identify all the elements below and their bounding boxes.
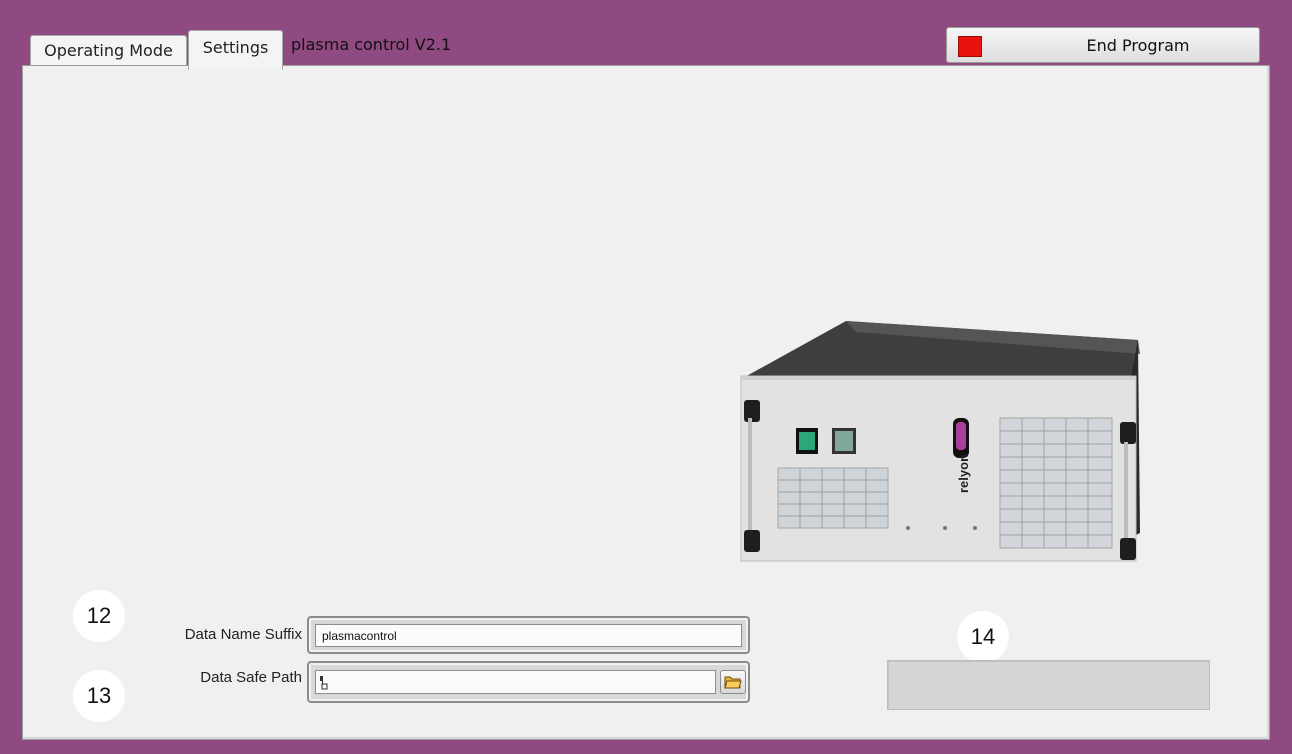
end-program-button[interactable]: End Program — [946, 27, 1260, 63]
path-icon — [320, 676, 328, 690]
data-safe-path-input[interactable] — [315, 670, 716, 694]
data-name-suffix-input[interactable] — [315, 624, 742, 647]
data-name-suffix-frame — [307, 616, 750, 654]
data-safe-path-label: Data Safe Path — [200, 669, 302, 686]
app-title: plasma control V2.1 — [291, 35, 452, 54]
callout-14: 14 — [957, 611, 1009, 663]
status-display — [887, 660, 1210, 710]
data-name-suffix-label: Data Name Suffix — [184, 626, 302, 643]
tab-settings-label: Settings — [202, 38, 269, 57]
browse-folder-button[interactable] — [720, 670, 746, 694]
tab-operating-mode-label: Operating Mode — [44, 41, 173, 60]
plasma-device-image: relyon — [740, 321, 1140, 562]
tab-settings[interactable]: Settings — [188, 30, 283, 70]
end-program-label: End Program — [1086, 36, 1190, 55]
folder-icon — [724, 676, 742, 689]
tab-operating-mode[interactable]: Operating Mode — [30, 35, 187, 67]
device-brand: relyon — [956, 454, 971, 493]
data-safe-path-frame — [307, 661, 750, 703]
